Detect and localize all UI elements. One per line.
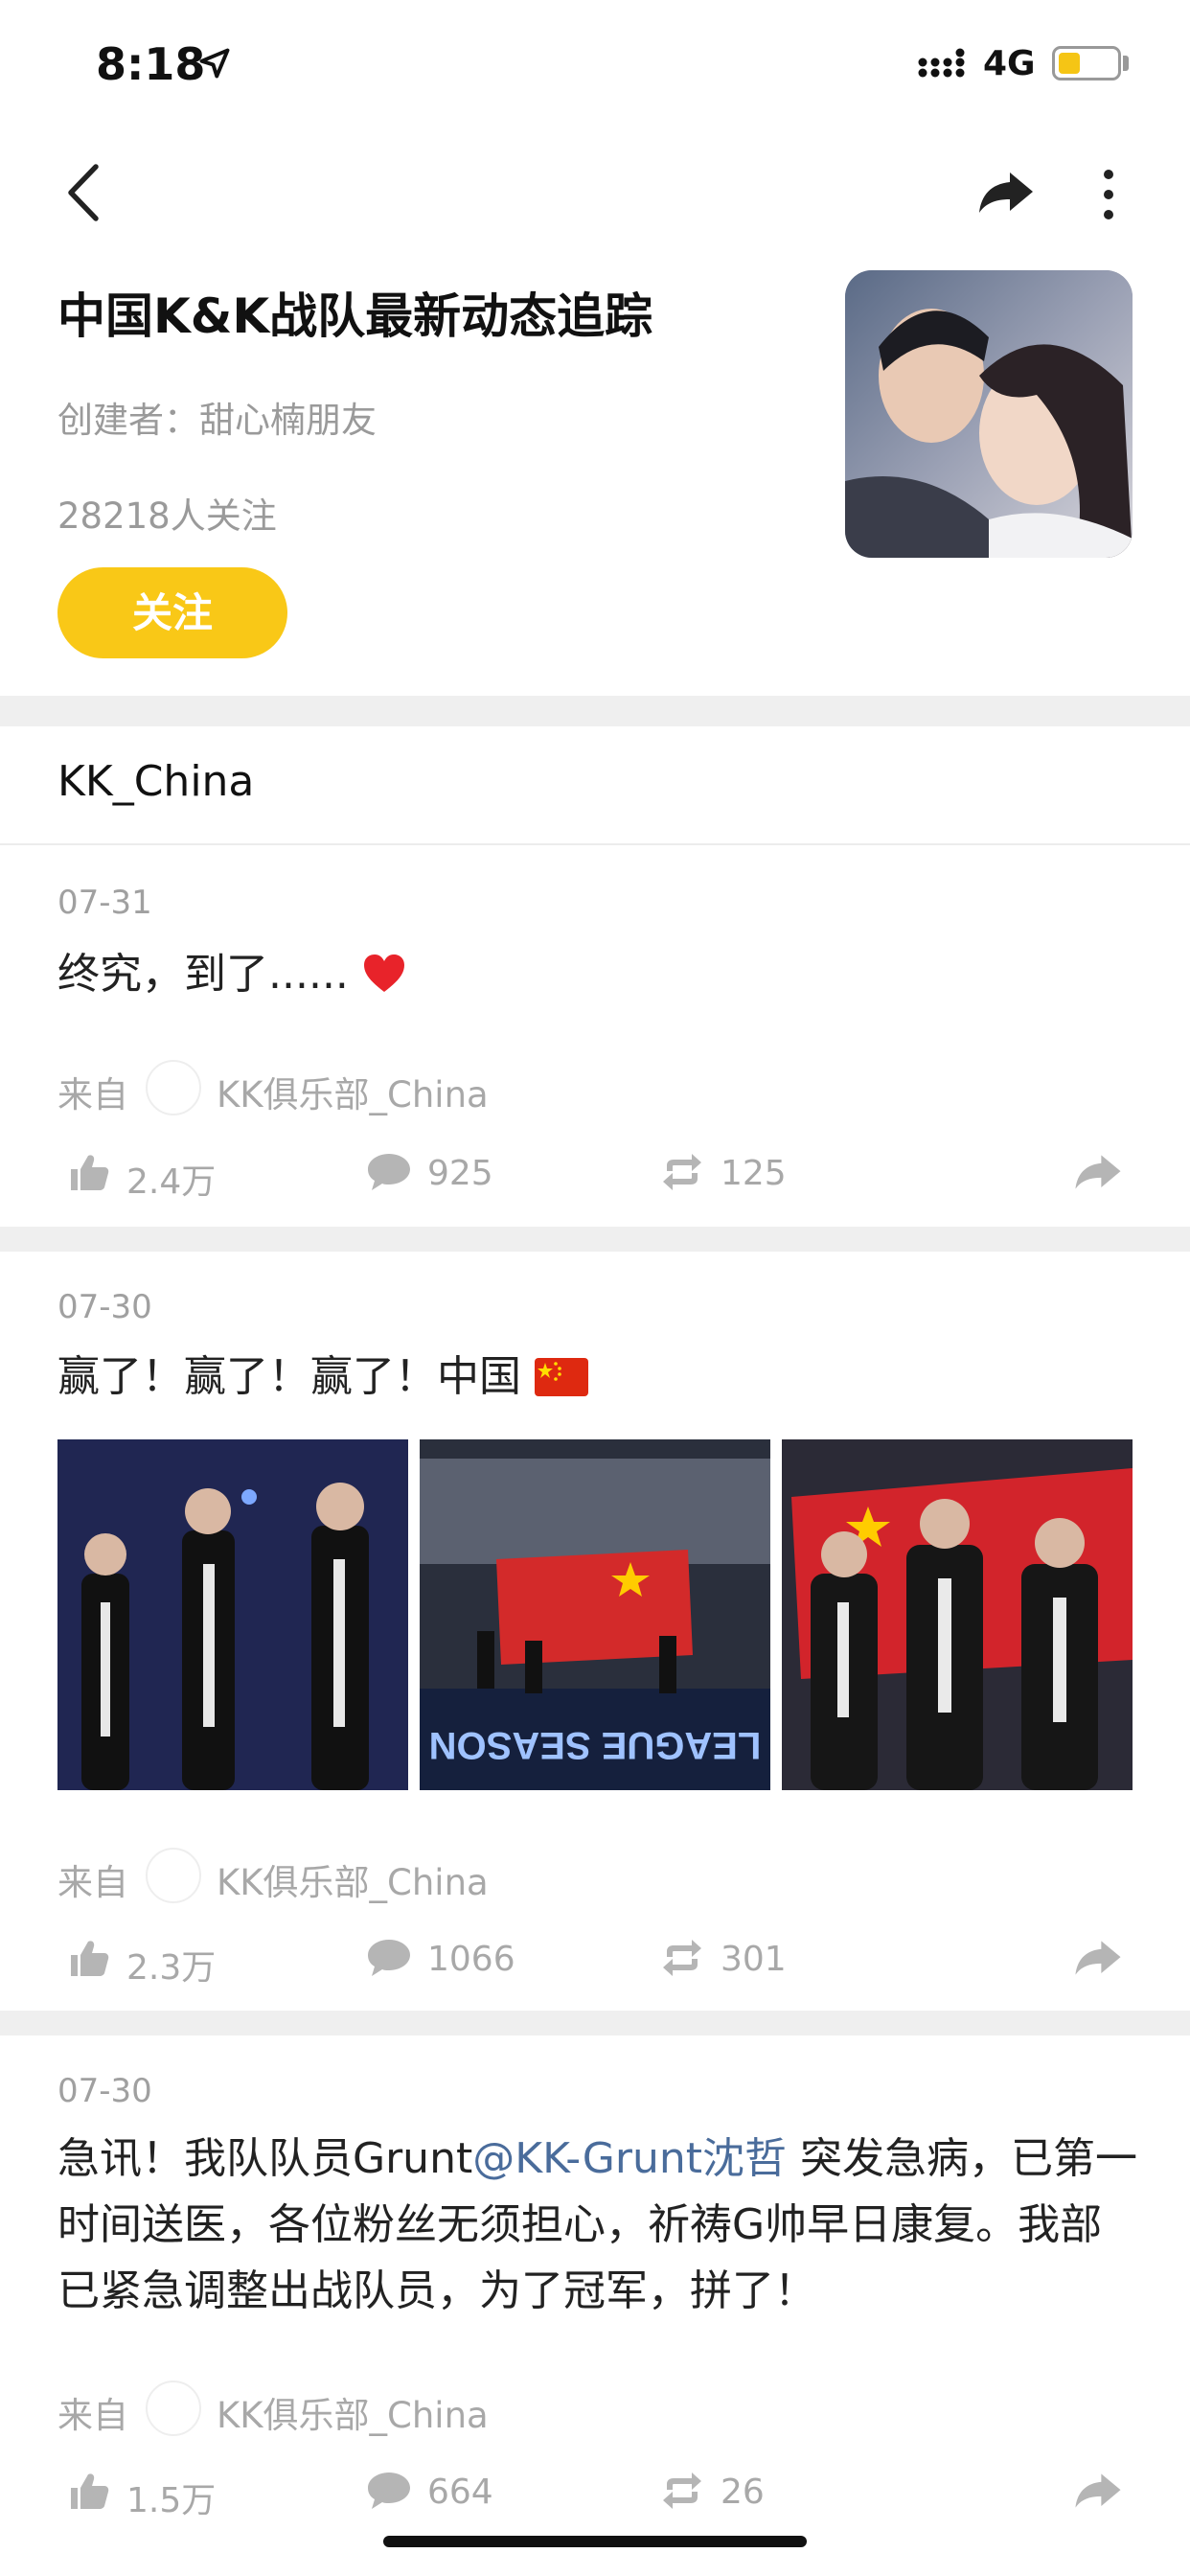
source-name[interactable]: KK俱乐部_China [217, 2386, 489, 2438]
share-post-button[interactable] [1073, 1146, 1131, 1204]
china-flag-emoji-icon [535, 1358, 588, 1396]
like-button[interactable]: 2.4万 [69, 1146, 261, 1204]
thumbs-up-icon [71, 2473, 109, 2509]
section-divider [0, 696, 1190, 726]
post-text-content: 赢了！赢了！赢了！中国 [57, 1352, 521, 1401]
post-text-content: 终究，到了...... [57, 950, 349, 999]
comment-button[interactable]: 925 [366, 1146, 558, 1204]
comment-count: 1066 [427, 1940, 515, 1979]
source-name[interactable]: KK俱乐部_China [217, 1853, 489, 1905]
comment-button[interactable]: 664 [366, 2465, 558, 2522]
share-post-button[interactable] [1073, 1932, 1131, 1990]
avatar[interactable] [146, 2380, 201, 2436]
post-source[interactable]: 来自 KK俱乐部_China [57, 2380, 824, 2438]
repost-count: 26 [721, 2472, 765, 2512]
source-label: 来自 [57, 1862, 128, 1903]
like-count: 2.3万 [126, 1948, 217, 1988]
post-text: 赢了！赢了！赢了！中国 [57, 1344, 1140, 1410]
like-count: 2.4万 [126, 1162, 217, 1202]
post-date: 07-30 [57, 2072, 152, 2110]
post-text-part: 急讯！我队队员Grunt [57, 2134, 473, 2183]
avatar[interactable] [146, 1060, 201, 1116]
status-time: 8:18 [96, 38, 206, 90]
thumbs-up-icon [71, 1155, 109, 1190]
post-actions: 2.4万 925 125 [0, 1146, 1190, 1204]
repost-button[interactable]: 125 [661, 1146, 853, 1204]
signal-icon [918, 48, 965, 78]
repost-count: 125 [721, 1154, 787, 1193]
avatar[interactable] [146, 1848, 201, 1903]
post-source[interactable]: 来自 KK俱乐部_China [57, 1060, 824, 1117]
status-bar: 8:18 4G [0, 0, 1190, 126]
repost-button[interactable]: 26 [661, 2465, 853, 2522]
post-source[interactable]: 来自 KK俱乐部_China [57, 1848, 824, 1905]
home-indicator[interactable] [383, 2536, 807, 2547]
share-icon [1075, 1941, 1121, 1975]
creator-name[interactable]: 创建者：甜心楠朋友 [57, 391, 377, 443]
more-icon[interactable] [1094, 169, 1123, 220]
share-post-button[interactable] [1073, 2465, 1131, 2522]
location-arrow-icon [199, 48, 230, 79]
repost-icon [663, 1154, 701, 1190]
comment-button[interactable]: 1066 [366, 1932, 558, 1990]
repost-button[interactable]: 301 [661, 1932, 853, 1990]
post-photo[interactable]: LEAGUE SEASON [420, 1439, 770, 1790]
repost-count: 301 [721, 1940, 787, 1979]
post-date: 07-30 [57, 1288, 152, 1326]
heart-emoji-icon [363, 954, 404, 992]
comment-icon [368, 1940, 410, 1976]
comment-icon [368, 2472, 410, 2509]
battery-tip [1123, 56, 1129, 71]
post-divider [0, 2011, 1190, 2036]
source-label: 来自 [57, 2395, 128, 2436]
share-icon [1075, 1155, 1121, 1189]
source-label: 来自 [57, 1074, 128, 1116]
like-button[interactable]: 2.3万 [69, 1932, 261, 1990]
post-actions: 1.5万 664 26 [0, 2465, 1190, 2522]
section-title: KK_China [57, 757, 255, 806]
battery-icon [1052, 46, 1121, 80]
post-photo[interactable] [57, 1439, 408, 1790]
repost-icon [663, 1940, 701, 1976]
follower-count: 28218人关注 [57, 495, 277, 537]
follow-button[interactable]: 关注 [57, 567, 287, 658]
share-icon[interactable] [977, 169, 1035, 217]
post-photo[interactable] [782, 1439, 1133, 1790]
post-divider [0, 1227, 1190, 1252]
thumbs-up-icon [71, 1941, 109, 1976]
post-text: 终究，到了...... [57, 941, 1140, 1007]
topic-cover-image[interactable] [845, 270, 1133, 558]
divider [0, 843, 1190, 845]
share-icon [1075, 2473, 1121, 2508]
post-text: 急讯！我队队员Grunt@KK-Grunt沈哲 突发急病，已第一时间送医，各位粉… [57, 2126, 1140, 2324]
photo-grid: LEAGUE SEASON [57, 1439, 1133, 1790]
page-title: 中国K&K战队最新动态追踪 [57, 288, 653, 344]
back-icon[interactable] [59, 159, 107, 226]
network-type: 4G [983, 44, 1036, 83]
post-actions: 2.3万 1066 301 [0, 1932, 1190, 1990]
repost-icon [663, 2472, 701, 2509]
comment-icon [368, 1154, 410, 1190]
user-mention-link[interactable]: @KK-Grunt沈哲 [472, 2134, 787, 2183]
like-count: 1.5万 [126, 2481, 217, 2520]
arena-banner-text: LEAGUE SEASON [429, 1724, 762, 1766]
post-date: 07-31 [57, 884, 152, 922]
comment-count: 664 [427, 2472, 493, 2512]
source-name[interactable]: KK俱乐部_China [217, 1066, 489, 1117]
comment-count: 925 [427, 1154, 493, 1193]
like-button[interactable]: 1.5万 [69, 2465, 261, 2522]
